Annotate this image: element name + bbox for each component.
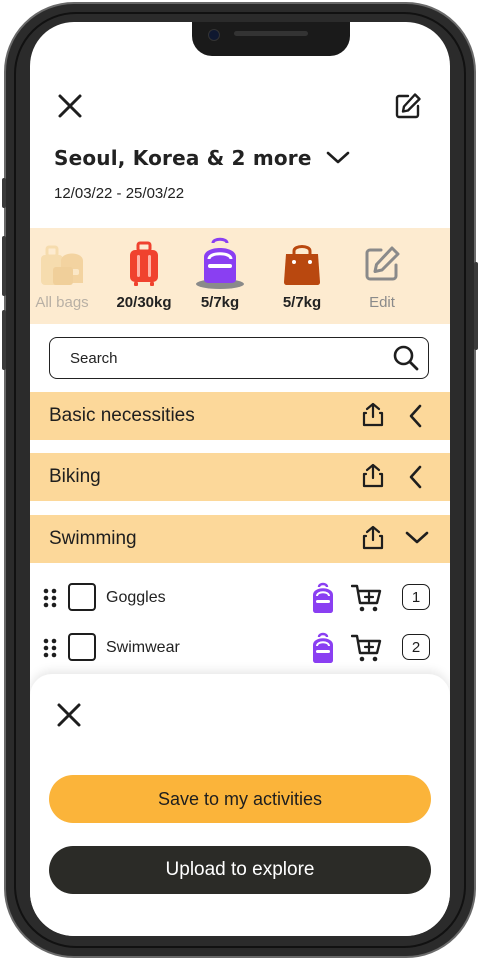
bag-edit[interactable]: Edit xyxy=(344,238,420,311)
category-name: Biking xyxy=(49,466,101,487)
drag-handle-icon[interactable] xyxy=(43,588,57,613)
list-item: Goggles 1 xyxy=(30,580,450,616)
share-icon[interactable] xyxy=(361,525,385,556)
category-name: Swimming xyxy=(49,528,137,549)
speaker xyxy=(234,31,308,36)
front-camera xyxy=(208,29,220,41)
handbag-icon xyxy=(264,238,340,290)
all-bags-icon xyxy=(30,238,100,290)
category-name: Basic necessities xyxy=(49,405,195,426)
share-icon[interactable] xyxy=(361,402,385,433)
bag-label: Edit xyxy=(369,294,395,311)
app-screen: Seoul, Korea & 2 more 12/03/22 - 25/03/2… xyxy=(30,22,450,936)
chevron-down-icon[interactable] xyxy=(404,529,430,552)
item-name: Swimwear xyxy=(106,639,180,656)
mute-switch xyxy=(2,178,6,208)
search-box xyxy=(49,337,429,379)
backpack-icon xyxy=(182,237,258,290)
edit-icon xyxy=(344,238,420,290)
list-item: Swimwear 2 xyxy=(30,630,450,666)
bag-suitcase[interactable]: 20/30kg xyxy=(106,238,182,311)
bag-all[interactable]: All bags xyxy=(30,238,100,311)
upload-to-explore-button[interactable]: Upload to explore xyxy=(49,846,431,894)
item-checkbox[interactable] xyxy=(68,583,96,611)
volume-down-button xyxy=(2,310,6,370)
chevron-left-icon[interactable] xyxy=(406,404,426,433)
category-swimming[interactable]: Swimming xyxy=(30,515,450,563)
item-name: Goggles xyxy=(106,589,166,606)
category-biking[interactable]: Biking xyxy=(30,453,450,501)
edit-trip-icon[interactable] xyxy=(392,90,424,122)
notch xyxy=(192,22,350,56)
chevron-left-icon[interactable] xyxy=(406,465,426,494)
share-icon[interactable] xyxy=(361,463,385,494)
backpack-icon[interactable] xyxy=(310,632,336,669)
chevron-down-icon xyxy=(326,151,350,165)
trip-selector[interactable]: Seoul, Korea & 2 more xyxy=(54,146,350,170)
backpack-icon[interactable] xyxy=(310,582,336,619)
item-checkbox[interactable] xyxy=(68,633,96,661)
bag-label: 5/7kg xyxy=(282,294,322,311)
bag-backpack-selected[interactable]: 5/7kg xyxy=(182,237,258,311)
save-to-activities-button[interactable]: Save to my activities xyxy=(49,775,431,823)
trip-dates: 12/03/22 - 25/03/22 xyxy=(54,185,185,202)
bag-label: All bags xyxy=(35,294,89,311)
add-to-cart-icon[interactable] xyxy=(350,633,383,668)
trip-title: Seoul, Korea & 2 more xyxy=(54,146,312,170)
bottom-sheet: Save to my activities Upload to explore xyxy=(30,674,450,936)
quantity-badge[interactable]: 1 xyxy=(402,584,430,610)
quantity-badge[interactable]: 2 xyxy=(402,634,430,660)
close-icon[interactable] xyxy=(54,90,86,122)
search-icon[interactable] xyxy=(392,344,420,372)
add-to-cart-icon[interactable] xyxy=(350,583,383,618)
bag-selector: All bags 20/30kg 5/7kg 5/7kg Edit xyxy=(30,228,450,324)
category-basic-necessities[interactable]: Basic necessities xyxy=(30,392,450,440)
drag-handle-icon[interactable] xyxy=(43,638,57,663)
suitcase-icon xyxy=(106,238,182,290)
bag-label: 20/30kg xyxy=(116,294,172,311)
volume-up-button xyxy=(2,236,6,296)
bag-label: 5/7kg xyxy=(200,294,240,311)
close-sheet-icon[interactable] xyxy=(56,700,82,730)
power-button xyxy=(474,262,478,350)
bag-handbag[interactable]: 5/7kg xyxy=(264,238,340,311)
search-input[interactable] xyxy=(68,348,392,368)
